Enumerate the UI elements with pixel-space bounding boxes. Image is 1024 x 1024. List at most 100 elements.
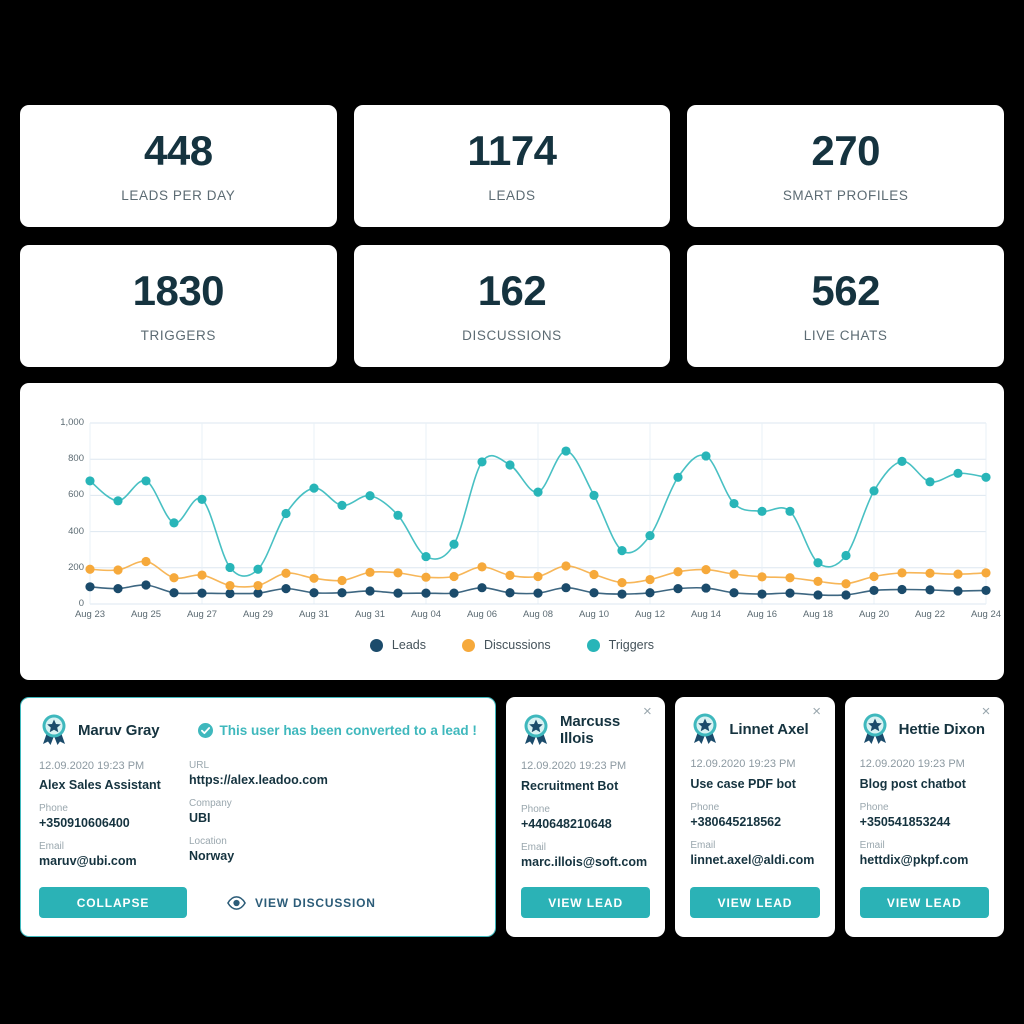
stat-label: LEADS [488, 187, 536, 203]
phone-value: +350910606400 [39, 816, 130, 830]
stat-card-live-chats: 562 LIVE CHATS [687, 245, 1004, 367]
check-circle-icon [197, 722, 213, 738]
url-value: https://alex.leadoo.com [189, 773, 328, 787]
close-icon[interactable]: × [978, 704, 994, 720]
email-value: marc.illois@soft.com [521, 855, 648, 869]
phone-label: Phone [859, 802, 889, 813]
email-value: linnet.axel@aldi.com [690, 853, 815, 867]
x-tick-label: Aug 22 [914, 609, 946, 620]
lead-card-header: Linnet Axel [690, 713, 819, 745]
converted-message: This user has been converted to a lead ! [219, 722, 477, 738]
email-label: Email [39, 841, 65, 852]
award-badge-icon [863, 713, 887, 744]
line-chart-plot [85, 422, 991, 605]
stat-card-discussions: 162 DISCUSSIONS [353, 245, 671, 367]
view-lead-button[interactable]: VIEW LEAD [859, 887, 989, 918]
stat-label: SMART PROFILES [782, 187, 909, 203]
x-tick-label: Aug 24 [970, 609, 1002, 620]
view-lead-button[interactable]: VIEW LEAD [521, 887, 651, 918]
x-tick-label: Aug 20 [858, 609, 890, 620]
x-tick-label: Aug 25 [130, 609, 162, 620]
lead-detail: 12.09.2020 19:23 PM Blog post chatbot Ph… [860, 758, 989, 867]
lead-timestamp: 12.09.2020 19:23 PM [39, 760, 145, 772]
lead-card-collapsed[interactable]: × Hettie Dixon 12.09.2020 19:23 PM Blog … [844, 697, 1004, 937]
stat-value: 162 [477, 266, 547, 314]
x-tick-label: Aug 27 [186, 609, 218, 620]
view-discussion-label: VIEW DISCUSSION [255, 895, 376, 910]
lead-detail: 12.09.2020 19:23 PM Use case PDF bot Pho… [690, 758, 819, 867]
x-tick-label: Aug 31 [298, 609, 330, 620]
lead-name: Marcuss Illois [560, 713, 621, 747]
converted-status: This user has been converted to a lead ! [197, 722, 477, 738]
phone-label: Phone [39, 803, 68, 814]
location-label: Location [189, 836, 227, 847]
lead-card-header: Maruv Gray This user has been converted … [39, 714, 477, 746]
lead-timestamp: 12.09.2020 19:23 PM [859, 758, 965, 770]
legend-label: Discussions [483, 638, 551, 652]
lead-bot-name: Blog post chatbot [859, 777, 966, 791]
stat-value: 270 [811, 126, 880, 174]
chart-legend: Leads Discussions Triggers [20, 638, 1004, 652]
x-tick-label: Aug 23 [74, 609, 106, 620]
phone-value: +440648210648 [521, 817, 612, 831]
legend-item-discussions[interactable]: Discussions [461, 638, 551, 652]
lead-timestamp: 12.09.2020 19:23 PM [690, 758, 796, 770]
legend-item-leads[interactable]: Leads [369, 638, 426, 652]
lead-card-actions: VIEW LEAD [521, 887, 651, 918]
x-tick-label: Aug 31 [354, 609, 386, 620]
email-label: Email [859, 840, 885, 851]
y-tick-label: 800 [68, 453, 84, 465]
phone-value: +350541853244 [859, 815, 951, 829]
lead-bot-name: Alex Sales Assistant [39, 778, 161, 792]
x-tick-label: Aug 14 [690, 609, 722, 620]
award-badge-icon [42, 714, 66, 745]
stat-label: DISCUSSIONS [462, 327, 562, 343]
company-value: UBI [189, 811, 211, 825]
lead-timestamp: 12.09.2020 19:23 PM [521, 760, 627, 772]
chart-y-axis: 0 200 400 600 800 1,000 [38, 383, 84, 680]
email-label: Email [690, 840, 716, 851]
phone-value: +380645218562 [690, 815, 782, 829]
x-tick-label: Aug 04 [410, 609, 442, 620]
url-label: URL [189, 760, 210, 771]
eye-icon [227, 895, 246, 910]
x-tick-label: Aug 12 [634, 609, 666, 620]
lead-detail-columns: 12.09.2020 19:23 PM Alex Sales Assistant… [39, 760, 477, 879]
stat-value: 448 [144, 126, 213, 174]
lead-card-header: Hettie Dixon [860, 713, 989, 745]
lead-card-header: Marcuss Illois [521, 713, 650, 747]
stat-value: 562 [811, 266, 880, 314]
lead-bot-name: Recruitment Bot [521, 779, 619, 793]
lead-card-actions: COLLAPSE VIEW DISCUSSION [39, 887, 376, 918]
y-tick-label: 400 [68, 525, 84, 537]
stat-card-leads: 1174 LEADS [353, 105, 671, 227]
email-value: hettdix@pkpf.com [859, 853, 969, 867]
x-tick-label: Aug 10 [578, 609, 610, 620]
lead-card-collapsed[interactable]: × Marcuss Illois 12.09.2020 19:23 PM Rec… [506, 697, 666, 937]
lead-cards-row: Maruv Gray This user has been converted … [20, 697, 1004, 937]
y-tick-label: 600 [68, 489, 84, 501]
close-icon[interactable]: × [809, 704, 825, 720]
chart-inner: 0 200 400 600 800 1,000 Aug 23 Aug 25 Aug 27 Aug… [20, 383, 1004, 680]
award-badge-icon [524, 714, 548, 745]
stat-card-leads-per-day: 448 LEADS PER DAY [20, 105, 337, 227]
lead-name: Linnet Axel [729, 720, 809, 738]
lead-card-expanded[interactable]: Maruv Gray This user has been converted … [20, 697, 496, 937]
x-tick-label: Aug 29 [242, 609, 274, 620]
lead-detail-left: 12.09.2020 19:23 PM Alex Sales Assistant… [39, 760, 189, 879]
close-icon[interactable]: × [639, 704, 655, 720]
stat-card-triggers: 1830 TRIGGERS [20, 245, 337, 367]
legend-label: Leads [391, 638, 426, 652]
view-lead-button[interactable]: VIEW LEAD [690, 887, 820, 918]
view-discussion-button[interactable]: VIEW DISCUSSION [227, 896, 376, 910]
x-tick-label: Aug 18 [802, 609, 834, 620]
y-tick-label: 0 [78, 598, 84, 609]
lead-card-collapsed[interactable]: × Linnet Axel 12.09.2020 19:23 PM Use ca… [675, 697, 835, 937]
lead-bot-name: Use case PDF bot [690, 777, 796, 791]
collapse-button[interactable]: COLLAPSE [39, 887, 187, 918]
legend-item-triggers[interactable]: Triggers [586, 638, 654, 652]
legend-color-swatch [461, 638, 475, 652]
lead-detail: 12.09.2020 19:23 PM Recruitment Bot Phon… [521, 760, 650, 869]
activity-chart-card: 0 200 400 600 800 1,000 Aug 23 Aug 25 Aug 27 Aug… [20, 383, 1004, 680]
award-badge-icon [693, 713, 717, 744]
